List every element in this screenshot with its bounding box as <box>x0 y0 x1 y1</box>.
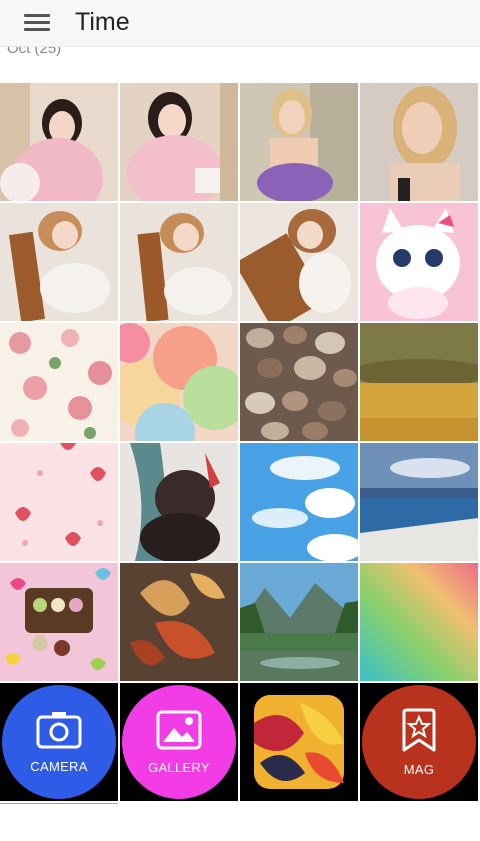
photo-thumbnail[interactable] <box>0 83 118 201</box>
gallery-tile: GALLERY <box>120 683 238 801</box>
photo-thumbnail[interactable] <box>120 203 238 321</box>
camera-icon <box>36 711 82 748</box>
camera-label: CAMERA <box>30 758 88 774</box>
app-bar: Time <box>0 0 480 46</box>
bookmark-star-icon <box>402 708 436 751</box>
camera-tile: CAMERA <box>0 683 118 801</box>
photo-thumbnail[interactable] <box>120 83 238 201</box>
photo-thumbnail[interactable] <box>0 563 118 681</box>
gallery-label: GALLERY <box>148 759 210 775</box>
photo-thumbnail[interactable] <box>0 323 118 441</box>
mag-button[interactable]: MAG <box>362 685 476 799</box>
photo-thumbnail[interactable] <box>240 83 358 201</box>
photo-thumbnail[interactable] <box>360 443 478 561</box>
photo-thumbnail[interactable] <box>240 323 358 441</box>
bottom-spacer <box>0 804 480 841</box>
photo-thumbnail[interactable] <box>240 203 358 321</box>
photo-thumbnail[interactable] <box>360 323 478 441</box>
photo-thumbnail[interactable] <box>120 563 238 681</box>
section-label: Oct (25) <box>7 46 62 57</box>
mag-label: MAG <box>403 761 435 777</box>
section-header: Oct (25) <box>0 46 480 83</box>
gallery-button[interactable]: GALLERY <box>122 685 236 799</box>
photo-thumbnail[interactable] <box>0 203 118 321</box>
photo-thumbnail[interactable] <box>360 83 478 201</box>
app-tile[interactable] <box>240 683 358 801</box>
mag-tile: MAG <box>360 683 478 801</box>
colorful-leaves-icon <box>254 695 344 789</box>
menu-icon[interactable] <box>22 11 52 35</box>
photo-thumbnail[interactable] <box>240 563 358 681</box>
photo-thumbnail[interactable] <box>120 443 238 561</box>
camera-button[interactable]: CAMERA <box>2 685 116 799</box>
photo-thumbnail[interactable] <box>0 443 118 561</box>
photo-thumbnail[interactable] <box>360 563 478 681</box>
photo-thumbnail[interactable] <box>120 323 238 441</box>
image-icon <box>156 710 202 749</box>
photo-thumbnail[interactable] <box>240 443 358 561</box>
photo-thumbnail[interactable] <box>360 203 478 321</box>
page-title: Time <box>75 8 130 36</box>
